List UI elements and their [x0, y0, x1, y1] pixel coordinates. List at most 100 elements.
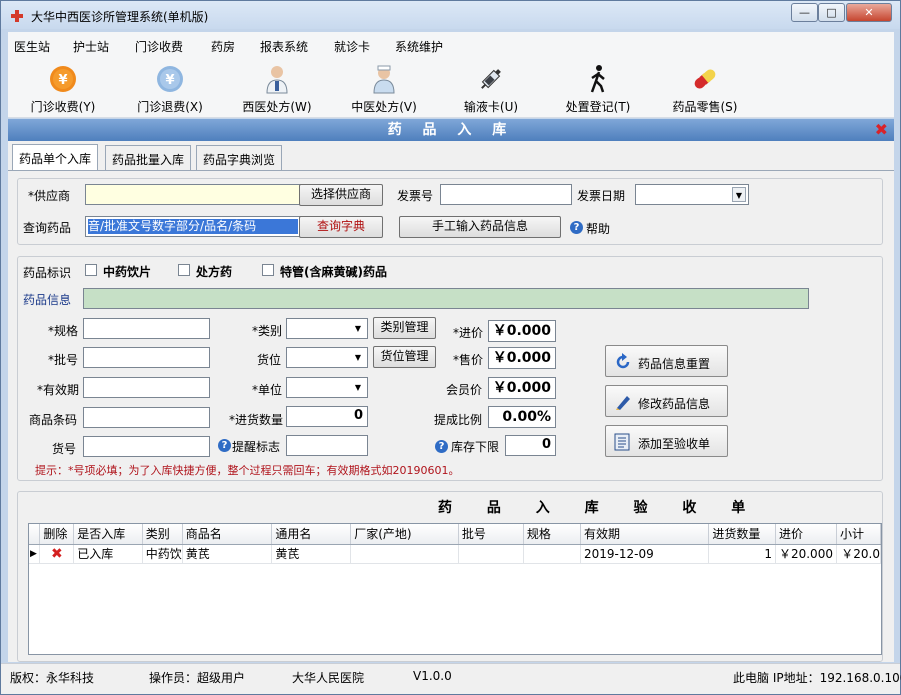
menu-pharmacy[interactable]: 药房	[211, 38, 235, 55]
select-supplier-button[interactable]: 选择供应商	[299, 184, 383, 206]
controlled-drug-checkbox[interactable]	[262, 264, 274, 276]
supplier-label: *供应商	[28, 189, 71, 203]
hint-text: 提示：*号项必填；为了入库快捷方便，整个过程只需回车；有效期格式如2019060…	[35, 464, 460, 477]
table-row[interactable]: ▶ ✖ 已入库 中药饮 黄芪 黄芪 2019-12-09 1 ￥20.000 ￥…	[29, 544, 881, 564]
row-pointer-icon: ▶	[29, 544, 41, 564]
toolbar-infusion-button[interactable]: 输液卡(U)	[441, 58, 541, 118]
minimize-button[interactable]: —	[791, 3, 818, 22]
column-header[interactable]: 类别	[142, 524, 183, 545]
margin-label: 提成比例	[434, 413, 483, 427]
column-header[interactable]: 批号	[458, 524, 524, 545]
chevron-down-icon[interactable]: ▼	[351, 350, 365, 365]
supplier-input[interactable]	[85, 184, 301, 205]
pen-edit-icon	[616, 396, 630, 410]
batch-input[interactable]	[83, 347, 210, 368]
restore-button[interactable]: □	[818, 3, 845, 22]
prescription-label: 处方药	[196, 265, 233, 279]
tab-single-entry[interactable]: 药品单个入库	[12, 144, 99, 171]
table-cell: ￥20.000	[775, 544, 837, 564]
close-window-button[interactable]: ✕	[846, 3, 892, 22]
expiry-input[interactable]	[83, 377, 210, 398]
column-header[interactable]: 规格	[523, 524, 581, 545]
menu-doctor[interactable]: 医生站	[14, 38, 50, 55]
column-header[interactable]: 有效期	[580, 524, 710, 545]
toolbar-chinese-rx-button[interactable]: 中医处方(V)	[334, 58, 434, 118]
column-header[interactable]: 是否入库	[73, 524, 143, 545]
tab-dictionary[interactable]: 药品字典浏览	[196, 145, 283, 170]
qty-input[interactable]: 0	[286, 406, 368, 427]
help-link[interactable]: 帮助	[586, 220, 610, 237]
spec-input[interactable]	[83, 318, 210, 339]
row-indicator-header	[29, 524, 41, 545]
category-select[interactable]: ▼	[286, 318, 368, 339]
shelf-no-input[interactable]	[83, 436, 210, 457]
column-header[interactable]: 进货数量	[708, 524, 776, 545]
toolbar-charge-button[interactable]: ¥ 门诊收费(Y)	[13, 58, 113, 118]
barcode-input[interactable]	[83, 407, 210, 428]
doctor-icon	[266, 66, 288, 94]
unit-select[interactable]: ▼	[286, 377, 368, 398]
window-title: 大华中西医诊所管理系统(单机版)	[31, 10, 209, 24]
table-cell	[523, 544, 581, 564]
toolbar: ¥ 门诊收费(Y) ¥ 门诊退费(X) 西医处方(W) 中医处方(V) 输液卡(…	[8, 58, 894, 118]
tab-batch-entry[interactable]: 药品批量入库	[105, 145, 192, 170]
help-icon[interactable]: ?	[218, 439, 231, 452]
add-to-receipt-button[interactable]: 添加至验收单	[605, 425, 728, 457]
toolbar-treatment-button[interactable]: 处置登记(T)	[548, 58, 648, 118]
yen-coin-orange-icon: ¥	[50, 66, 76, 92]
query-drug-selected-text: 音/批准文号数字部分/品名/条码	[88, 219, 298, 234]
barcode-label: 商品条码	[29, 413, 78, 427]
reset-drug-button[interactable]: 药品信息重置	[605, 345, 728, 377]
invoice-date-label: 发票日期	[577, 189, 626, 203]
location-select[interactable]: ▼	[286, 347, 368, 368]
invoice-no-input[interactable]	[440, 184, 572, 205]
query-drug-label: 查询药品	[23, 221, 72, 235]
chevron-down-icon[interactable]: ▼	[351, 321, 365, 336]
column-header[interactable]: 删除	[39, 524, 75, 545]
delete-row-icon[interactable]: ✖	[39, 544, 75, 564]
status-version: V1.0.0	[413, 669, 452, 683]
chevron-down-icon[interactable]: ▼	[351, 380, 365, 395]
menu-charge[interactable]: 门诊收费	[135, 38, 183, 55]
qty-label: *进货数量	[229, 413, 284, 427]
close-section-icon[interactable]: ✖	[875, 119, 888, 141]
column-header[interactable]: 进价	[775, 524, 837, 545]
manual-entry-button[interactable]: 手工输入药品信息	[399, 216, 561, 238]
column-header[interactable]: 厂家(产地)	[350, 524, 459, 545]
receipt-title: 药 品 入 库 验 收 单	[438, 500, 761, 516]
query-dictionary-button[interactable]: 查询字典	[299, 216, 383, 238]
invoice-no-label: 发票号	[397, 189, 434, 203]
toolbar-refund-button[interactable]: ¥ 门诊退费(X)	[120, 58, 220, 118]
column-header[interactable]: 通用名	[271, 524, 352, 545]
nurse-icon	[373, 65, 395, 94]
status-operator: 操作员：超级用户	[149, 671, 246, 685]
reminder-input[interactable]	[286, 435, 368, 456]
herbal-label: 中药饮片	[103, 265, 152, 279]
toolbar-western-rx-button[interactable]: 西医处方(W)	[227, 58, 327, 118]
column-header[interactable]: 小计	[836, 524, 881, 545]
category-manage-button[interactable]: 类别管理	[373, 317, 436, 339]
margin-input[interactable]: 0.00%	[488, 406, 556, 428]
edit-drug-button[interactable]: 修改药品信息	[605, 385, 728, 417]
location-manage-button[interactable]: 货位管理	[373, 346, 436, 368]
help-icon[interactable]: ?	[435, 440, 448, 453]
toolbar-retail-button[interactable]: 药品零售(S)	[655, 58, 755, 118]
query-drug-input[interactable]: 音/批准文号数字部分/品名/条码	[85, 216, 301, 237]
column-header[interactable]: 商品名	[182, 524, 273, 545]
toolbar-label: 西医处方(W)	[242, 100, 312, 114]
cost-input[interactable]: ￥0.000	[488, 320, 556, 342]
member-price-input[interactable]: ￥0.000	[488, 377, 556, 399]
menu-reports[interactable]: 报表系统	[260, 38, 308, 55]
prescription-checkbox[interactable]	[178, 264, 190, 276]
price-input[interactable]: ￥0.000	[488, 347, 556, 369]
chevron-down-icon[interactable]: ▼	[732, 187, 746, 202]
invoice-date-picker[interactable]: ▼	[635, 184, 749, 205]
toolbar-label: 处置登记(T)	[565, 100, 631, 114]
menu-maintenance[interactable]: 系统维护	[395, 38, 443, 55]
herbal-checkbox[interactable]	[85, 264, 97, 276]
stock-min-input[interactable]: 0	[505, 435, 556, 456]
menu-nurse[interactable]: 护士站	[73, 38, 109, 55]
table-cell: 1	[708, 544, 776, 564]
help-icon[interactable]: ?	[570, 221, 583, 234]
menu-card[interactable]: 就诊卡	[334, 38, 370, 55]
